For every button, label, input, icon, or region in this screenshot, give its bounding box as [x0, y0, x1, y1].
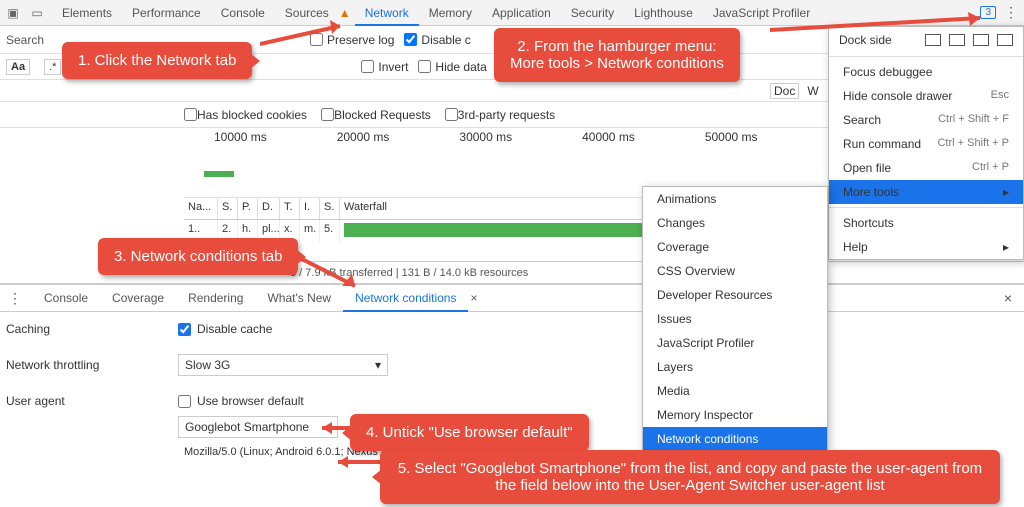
menu-more-tools[interactable]: More tools▸: [829, 180, 1023, 204]
throttling-label: Network throttling: [6, 358, 178, 372]
chevron-right-icon: ▸: [1003, 185, 1009, 199]
col[interactable]: S.: [218, 198, 238, 219]
useragent-label: User agent: [6, 394, 178, 408]
submenu-item[interactable]: Animations: [643, 187, 827, 211]
col[interactable]: S.: [320, 198, 340, 219]
disable-cache-check[interactable]: Disable cache: [178, 322, 272, 336]
menu-shortcuts[interactable]: Shortcuts: [829, 211, 1023, 235]
menu-run[interactable]: Run commandCtrl + Shift + P: [829, 132, 1023, 156]
col[interactable]: P.: [238, 198, 258, 219]
tick: 10000 ms: [214, 130, 267, 144]
third-party[interactable]: 3rd-party requests: [445, 108, 555, 122]
tab-network[interactable]: Network: [355, 0, 419, 26]
callout-1: 1. Click the Network tab: [62, 42, 252, 79]
col[interactable]: I.: [300, 198, 320, 219]
submenu-item[interactable]: Memory Inspector: [643, 403, 827, 427]
blocked-cookies[interactable]: Has blocked cookies: [184, 108, 307, 122]
match-case-icon[interactable]: Aa: [6, 59, 30, 75]
submenu-item[interactable]: Developer Resources: [643, 283, 827, 307]
submenu-item[interactable]: Issues: [643, 307, 827, 331]
hide-data[interactable]: Hide data: [418, 60, 486, 74]
filter-ws[interactable]: W: [807, 84, 818, 98]
arrow-2: [770, 10, 1000, 40]
menu-hide-drawer[interactable]: Hide console drawerEsc: [829, 84, 1023, 108]
callout-3: 3. Network conditions tab: [98, 238, 298, 275]
submenu-item[interactable]: Coverage: [643, 235, 827, 259]
chevron-right-icon: ▸: [1003, 240, 1009, 254]
callout-4: 4. Untick "Use browser default": [350, 414, 589, 451]
submenu-item[interactable]: CSS Overview: [643, 259, 827, 283]
close-tab-icon[interactable]: ×: [470, 291, 477, 305]
filter-doc[interactable]: Doc: [770, 83, 799, 99]
drawer-tabbar: ⋮ Console Coverage Rendering What's New …: [0, 284, 1024, 312]
callout-5: 5. Select "Googlebot Smartphone" from th…: [380, 450, 1000, 504]
device-icon[interactable]: ▭: [28, 4, 46, 22]
submenu-item[interactable]: JavaScript Profiler: [643, 331, 827, 355]
menu-search[interactable]: SearchCtrl + Shift + F: [829, 108, 1023, 132]
throttling-select[interactable]: Slow 3G▾: [178, 354, 388, 376]
arrow-1: [260, 20, 360, 50]
disable-cache-top[interactable]: Disable c: [404, 33, 470, 47]
tab-lighthouse[interactable]: Lighthouse: [624, 0, 703, 26]
tab-memory[interactable]: Memory: [419, 0, 482, 26]
tick: 30000 ms: [459, 130, 512, 144]
invert[interactable]: Invert: [361, 60, 408, 74]
drawer-coverage[interactable]: Coverage: [100, 284, 176, 312]
close-drawer-icon[interactable]: ×: [1004, 290, 1018, 306]
callout-2: 2. From the hamburger menu: More tools >…: [494, 28, 740, 82]
menu-focus[interactable]: Focus debuggee: [829, 60, 1023, 84]
col-name[interactable]: Na...: [184, 198, 218, 219]
menu-help[interactable]: Help▸: [829, 235, 1023, 259]
drawer-console[interactable]: Console: [32, 284, 100, 312]
tab-security[interactable]: Security: [561, 0, 624, 26]
more-tools-submenu: Animations Changes Coverage CSS Overview…: [642, 186, 828, 476]
caching-label: Caching: [6, 322, 178, 336]
arrow-5: [330, 454, 380, 470]
tab-performance[interactable]: Performance: [122, 0, 211, 26]
chevron-down-icon: ▾: [375, 358, 381, 372]
inspect-icon[interactable]: ▣: [4, 4, 22, 22]
warning-icon: ▲: [339, 6, 351, 20]
tab-application[interactable]: Application: [482, 0, 561, 26]
submenu-item[interactable]: Media: [643, 379, 827, 403]
more-icon[interactable]: ⋮: [1002, 4, 1020, 21]
menu-open[interactable]: Open fileCtrl + P: [829, 156, 1023, 180]
tick: 20000 ms: [337, 130, 390, 144]
blocked-requests[interactable]: Blocked Requests: [321, 108, 431, 122]
search-label: Search: [6, 33, 44, 47]
drawer-rendering[interactable]: Rendering: [176, 284, 255, 312]
main-menu: Dock side Focus debuggee Hide console dr…: [828, 26, 1024, 260]
tab-elements[interactable]: Elements: [52, 0, 122, 26]
submenu-item[interactable]: Changes: [643, 211, 827, 235]
submenu-network-conditions[interactable]: Network conditions: [643, 427, 827, 451]
col[interactable]: D.: [258, 198, 280, 219]
col[interactable]: T.: [280, 198, 300, 219]
use-browser-default-check[interactable]: Use browser default: [178, 394, 304, 408]
tick: 50000 ms: [705, 130, 758, 144]
regex-icon[interactable]: .*: [44, 59, 61, 75]
drawer-more-icon[interactable]: ⋮: [6, 290, 24, 307]
tick: 40000 ms: [582, 130, 635, 144]
submenu-item[interactable]: Layers: [643, 355, 827, 379]
